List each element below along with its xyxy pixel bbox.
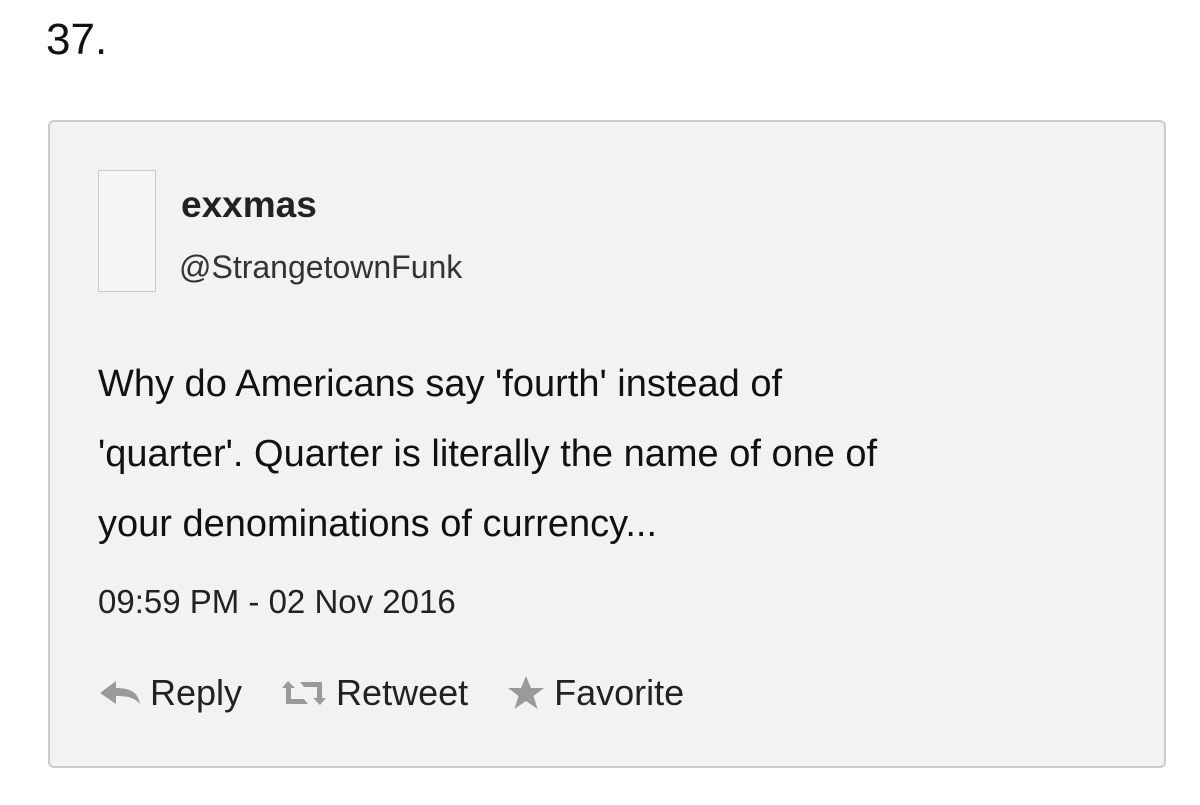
display-name[interactable]: exxmas bbox=[181, 184, 317, 226]
avatar[interactable] bbox=[98, 170, 156, 292]
reply-label: Reply bbox=[150, 672, 243, 713]
retweet-arrows-icon bbox=[280, 678, 328, 708]
reply-button[interactable]: Reply bbox=[98, 671, 242, 715]
timestamp[interactable]: 09:59 PM - 02 Nov 2016 bbox=[98, 582, 456, 622]
retweet-button[interactable]: Retweet bbox=[280, 671, 468, 715]
star-icon bbox=[506, 675, 546, 711]
favorite-label: Favorite bbox=[554, 672, 685, 713]
tweet-text: Why do Americans say 'fourth' instead of… bbox=[98, 363, 878, 545]
retweet-label: Retweet bbox=[336, 672, 469, 713]
user-handle[interactable]: @StrangetownFunk bbox=[179, 248, 462, 286]
favorite-button[interactable]: Favorite bbox=[506, 671, 684, 715]
tweet-actions: Reply Retweet Favorite bbox=[98, 670, 684, 716]
item-number: 37. bbox=[46, 15, 108, 64]
tweet-card: exxmas @StrangetownFunk Why do Americans… bbox=[48, 120, 1166, 768]
reply-arrow-icon bbox=[98, 678, 142, 708]
